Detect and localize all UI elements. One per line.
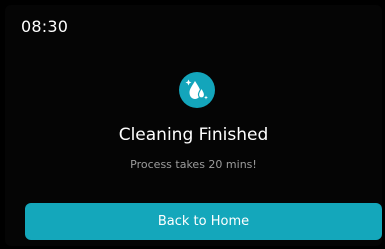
screen: 08:30 Cleaning Finished Process takes 20… xyxy=(5,5,382,246)
status-time: 08:30 xyxy=(21,17,69,36)
status-title: Cleaning Finished xyxy=(118,125,269,145)
cleaning-droplets-icon xyxy=(179,72,215,108)
back-to-home-button[interactable]: Back to Home xyxy=(25,203,382,240)
status-subtitle: Process takes 20 mins! xyxy=(130,158,257,171)
